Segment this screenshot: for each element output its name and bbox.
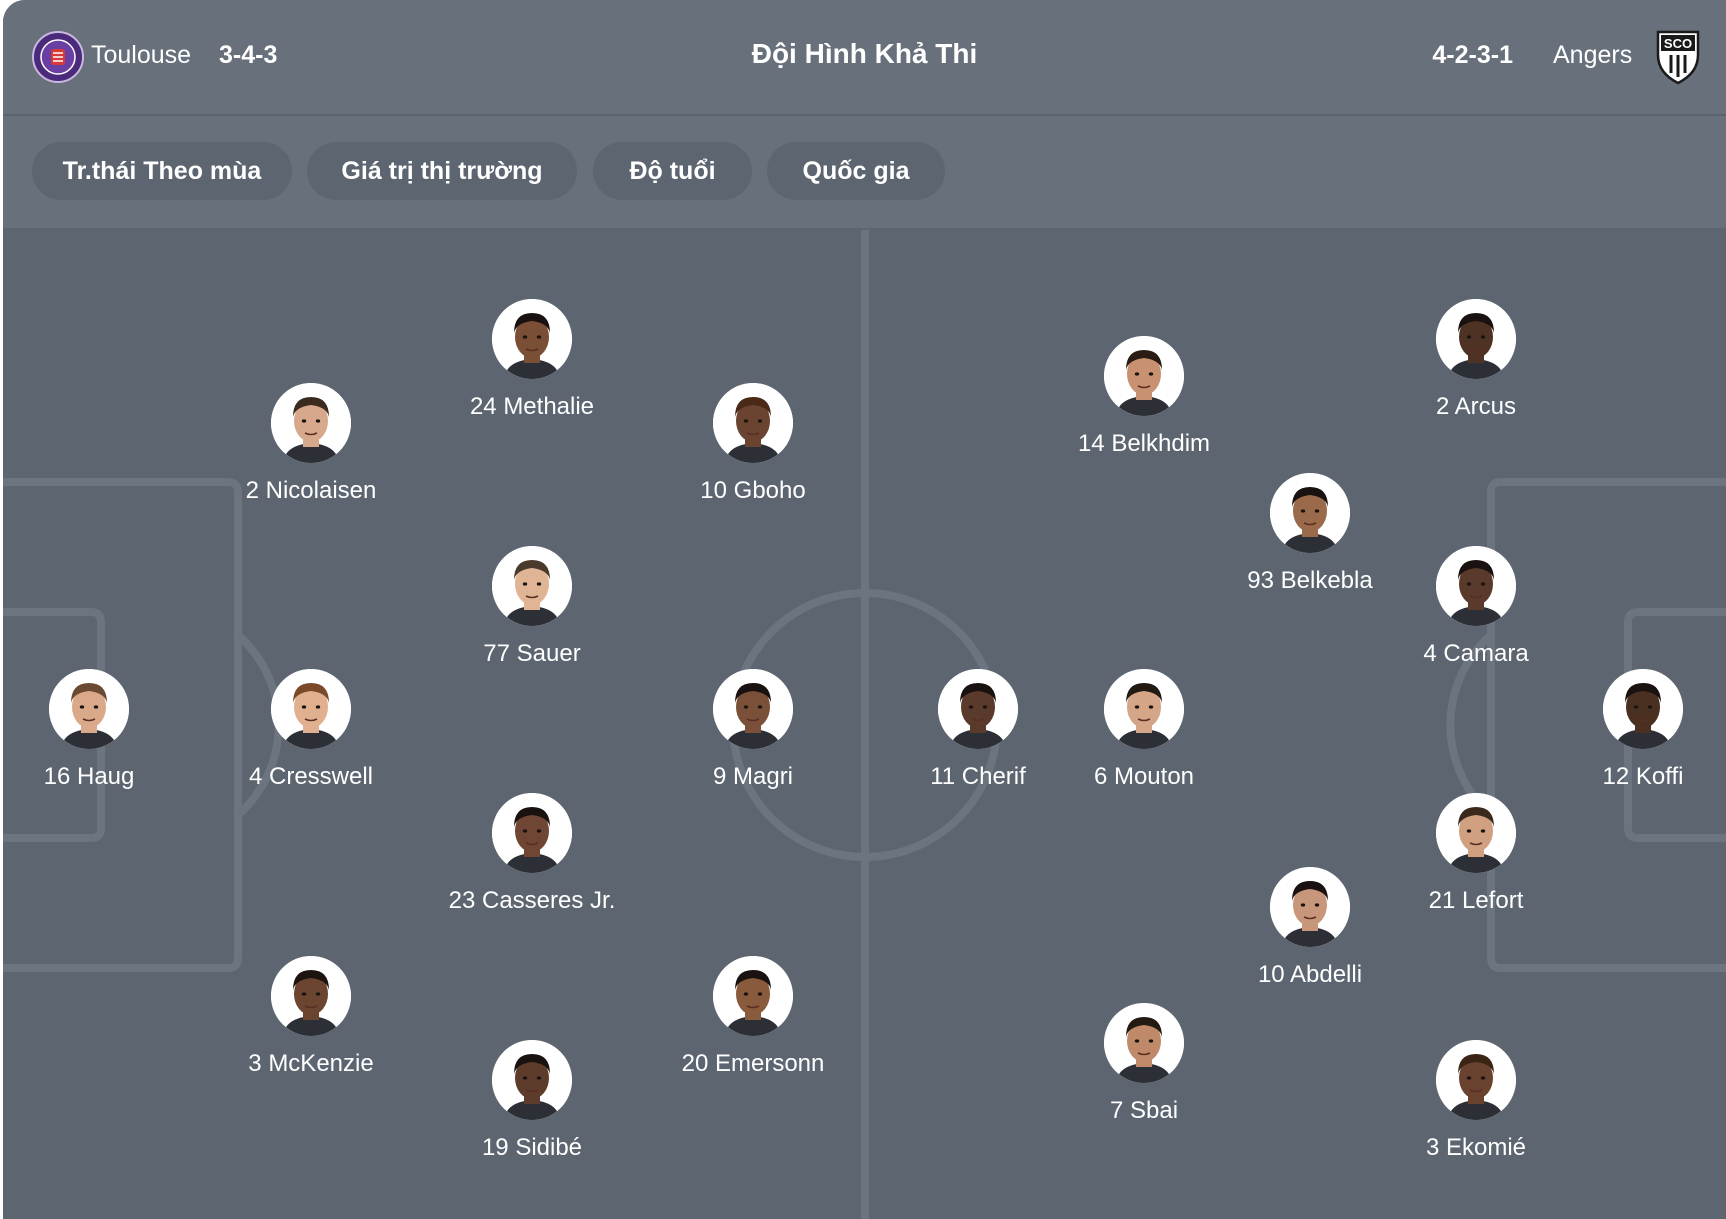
home-player-23-casseres-jr[interactable]: 23 Casseres Jr. <box>432 793 632 916</box>
svg-text:SCO: SCO <box>1664 36 1692 51</box>
player-avatar <box>492 299 572 379</box>
away-team-name[interactable]: Angers <box>1553 38 1632 72</box>
away-player-6-mouton[interactable]: 6 Mouton <box>1044 669 1244 792</box>
player-avatar <box>713 669 793 749</box>
player-avatar <box>1104 1003 1184 1083</box>
angers-logo-icon: SCO <box>1655 29 1701 85</box>
player-label: 2 Nicolaisen <box>245 477 377 504</box>
player-avatar <box>1270 473 1350 553</box>
player-avatar <box>1436 546 1516 626</box>
home-player-3-mckenzie[interactable]: 3 McKenzie <box>211 956 411 1079</box>
away-player-21-lefort[interactable]: 21 Lefort <box>1376 793 1576 916</box>
player-label: 77 Sauer <box>483 640 581 667</box>
away-player-7-sbai[interactable]: 7 Sbai <box>1044 1003 1244 1126</box>
player-label: 3 McKenzie <box>248 1050 374 1077</box>
filter-market-value-button[interactable]: Giá trị thị trường <box>307 142 577 200</box>
player-avatar <box>1104 336 1184 416</box>
away-formation: 4-2-3-1 <box>1432 41 1513 69</box>
player-label: 10 Abdelli <box>1257 961 1363 988</box>
player-label: 24 Methalie <box>469 393 595 420</box>
player-label: 6 Mouton <box>1093 763 1195 790</box>
home-player-2-nicolaisen[interactable]: 2 Nicolaisen <box>211 383 411 506</box>
filter-bar: Tr.thái Theo mùa Giá trị thị trường Độ t… <box>3 116 1726 228</box>
away-player-3-ekomie[interactable]: 3 Ekomié <box>1376 1040 1576 1163</box>
player-avatar <box>713 383 793 463</box>
home-player-9-magri[interactable]: 9 Magri <box>653 669 853 792</box>
filter-season-status-button[interactable]: Tr.thái Theo mùa <box>32 142 292 200</box>
player-avatar <box>1603 669 1683 749</box>
filter-age-button[interactable]: Độ tuổi <box>593 142 752 200</box>
home-player-24-methalie[interactable]: 24 Methalie <box>432 299 632 422</box>
player-avatar <box>713 956 793 1036</box>
away-player-14-belkhdim[interactable]: 14 Belkhdim <box>1044 336 1244 459</box>
player-avatar <box>1104 669 1184 749</box>
player-avatar <box>271 956 351 1036</box>
player-label: 14 Belkhdim <box>1077 430 1211 457</box>
filter-nationality-button[interactable]: Quốc gia <box>767 142 945 200</box>
player-avatar <box>492 546 572 626</box>
player-label: 12 Koffi <box>1602 763 1684 790</box>
away-player-2-arcus[interactable]: 2 Arcus <box>1376 299 1576 422</box>
lineup-panel: Toulouse 3-4-3 Đội Hình Khả Thi 4-2-3-1 … <box>3 0 1726 1219</box>
player-label: 9 Magri <box>712 763 794 790</box>
player-avatar <box>938 669 1018 749</box>
player-avatar <box>1436 299 1516 379</box>
player-avatar <box>49 669 129 749</box>
home-player-77-sauer[interactable]: 77 Sauer <box>432 546 632 669</box>
player-avatar <box>271 383 351 463</box>
player-label: 3 Ekomié <box>1425 1134 1527 1161</box>
player-label: 21 Lefort <box>1428 887 1524 914</box>
player-label: 2 Arcus <box>1435 393 1517 420</box>
home-player-16-haug[interactable]: 16 Haug <box>3 669 189 792</box>
home-player-10-gboho[interactable]: 10 Gboho <box>653 383 853 506</box>
lineup-header: Toulouse 3-4-3 Đội Hình Khả Thi 4-2-3-1 … <box>3 0 1726 116</box>
away-player-4-camara[interactable]: 4 Camara <box>1376 546 1576 669</box>
player-avatar <box>1270 867 1350 947</box>
player-label: 16 Haug <box>43 763 135 790</box>
player-label: 4 Cresswell <box>248 763 374 790</box>
player-avatar <box>271 669 351 749</box>
away-player-12-koffi[interactable]: 12 Koffi <box>1543 669 1726 792</box>
player-avatar <box>1436 1040 1516 1120</box>
player-avatar <box>1436 793 1516 873</box>
player-label: 23 Casseres Jr. <box>448 887 616 914</box>
player-label: 10 Gboho <box>700 477 806 504</box>
player-avatar <box>492 793 572 873</box>
player-label: 7 Sbai <box>1109 1097 1179 1124</box>
home-player-19-sidibe[interactable]: 19 Sidibé <box>432 1040 632 1163</box>
home-player-20-emersonn[interactable]: 20 Emersonn <box>653 956 853 1079</box>
player-label: 4 Camara <box>1423 640 1529 667</box>
home-player-4-cresswell[interactable]: 4 Cresswell <box>211 669 411 792</box>
player-label: 20 Emersonn <box>681 1050 825 1077</box>
player-label: 19 Sidibé <box>481 1134 583 1161</box>
player-avatar <box>492 1040 572 1120</box>
